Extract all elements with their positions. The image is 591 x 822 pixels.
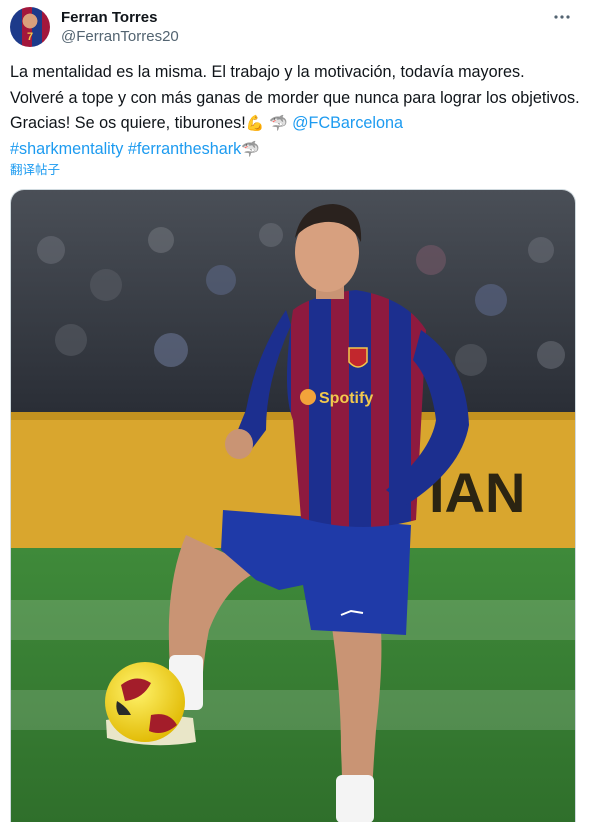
author-handle[interactable]: @FerranTorres20 [61,28,179,45]
hashtag-link-ferrantheshark[interactable]: #ferrantheshark [128,140,241,158]
translate-post-link[interactable]: 翻译帖子 [10,159,60,178]
tweet-header: 7 Ferran Torres @FerranTorres20 [10,6,581,50]
tweet-text-sentence-1: La mentalidad es la misma. El trabajo y … [10,63,525,81]
tweet-text: La mentalidad es la misma. El trabajo y … [10,60,582,162]
avatar[interactable]: 7 [10,7,50,47]
mention-link[interactable]: @FCBarcelona [292,114,403,132]
player-photo: IAN Spotify [11,190,575,822]
jersey-sponsor: Spotify [319,390,373,407]
hashtag-link-sharkmentality[interactable]: #sharkmentality [10,140,123,158]
author-name[interactable]: Ferran Torres [61,9,157,26]
avatar-jersey-number: 7 [26,31,34,43]
shark-emoji: 🦈 [241,140,260,158]
flexed-biceps-emoji: 💪 [245,115,265,132]
shark-emoji: 🦈 [268,115,288,132]
more-horizontal-icon[interactable] [549,8,575,30]
tweet-photo[interactable]: IAN Spotify [10,189,576,822]
